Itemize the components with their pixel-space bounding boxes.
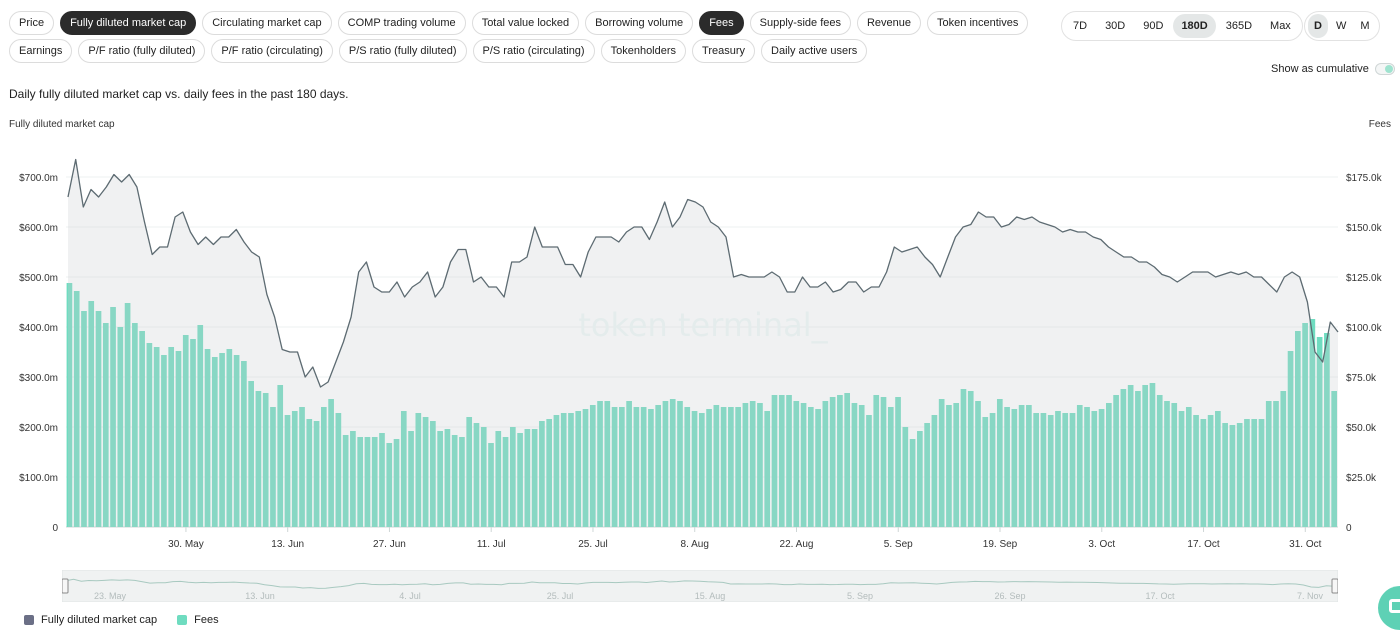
chart-subtitle: Daily fully diluted market cap vs. daily… xyxy=(9,87,349,101)
x-axis-tick-label: 13. Jun xyxy=(271,539,304,550)
toggle-knob xyxy=(1384,65,1393,73)
legend-swatch-fees xyxy=(177,615,188,625)
tab-tokenholders[interactable]: Tokenholders xyxy=(600,39,687,63)
granularity-m[interactable]: M xyxy=(1354,14,1375,38)
navigator-label: 13. Jun xyxy=(245,591,275,601)
tab-fully-diluted-market-cap[interactable]: Fully diluted market cap xyxy=(60,11,197,35)
right-axis-tick-label: $175.0k xyxy=(1346,173,1383,184)
left-axis-tick-label: $700.0m xyxy=(19,173,58,184)
granularity-selector: DWM xyxy=(1304,11,1380,41)
x-axis-tick-label: 22. Aug xyxy=(780,539,814,550)
navigator-label: 7. Nov xyxy=(1297,591,1324,601)
tab-comp-trading-volume[interactable]: COMP trading volume xyxy=(337,11,466,35)
x-axis-tick-label: 17. Oct xyxy=(1187,539,1219,550)
tab-token-incentives[interactable]: Token incentives xyxy=(927,11,1029,35)
right-axis-title: Fees xyxy=(1368,119,1391,130)
tab-daily-active-users[interactable]: Daily active users xyxy=(761,39,868,63)
navigator-handle-left[interactable] xyxy=(62,578,69,594)
cumulative-label: Show as cumulative xyxy=(1271,63,1369,75)
tab-supply-side-fees[interactable]: Supply-side fees xyxy=(749,11,851,35)
left-axis-tick-label: $100.0m xyxy=(19,473,58,484)
tab-fees[interactable]: Fees xyxy=(699,11,744,35)
x-axis-tick-label: 31. Oct xyxy=(1289,539,1321,550)
x-axis-tick-label: 11. Jul xyxy=(477,539,506,550)
range-navigator[interactable]: 23. May 13. Jun 4. Jul 25. Jul 15. Aug 5. Sep… xyxy=(62,570,1338,602)
tab-revenue[interactable]: Revenue xyxy=(856,11,922,35)
x-axis-tick-label: 30. May xyxy=(168,539,204,550)
metric-tabs-row-1: Price Fully diluted market cap Circulating… xyxy=(9,11,1029,35)
right-axis-tick-label: $75.0k xyxy=(1346,373,1377,384)
range-30d[interactable]: 30D xyxy=(1097,14,1133,38)
tab-p-f-ratio-fully-diluted[interactable]: P/F ratio (fully diluted) xyxy=(78,39,206,63)
right-axis-ticks: 0 $25.0k $50.0k $75.0k $100.0k $125.0k $150.0k… xyxy=(1346,173,1383,534)
right-axis-tick-label: $100.0k xyxy=(1346,323,1383,334)
x-axis-tick-label: 25. Jul xyxy=(578,539,607,550)
left-axis-tick-label: $500.0m xyxy=(19,273,58,284)
cumulative-toggle[interactable] xyxy=(1374,63,1395,75)
left-axis-ticks: 0 $100.0m $200.0m $300.0m $400.0m $500.0m $600… xyxy=(19,173,58,534)
right-axis-tick-label: 0 xyxy=(1346,523,1352,534)
x-axis-tick-label: 3. Oct xyxy=(1088,539,1115,550)
right-axis-tick-label: $25.0k xyxy=(1346,473,1377,484)
left-axis-tick-label: 0 xyxy=(52,523,58,534)
navigator-label: 4. Jul xyxy=(399,591,421,601)
right-axis-tick-label: $50.0k xyxy=(1346,423,1377,434)
granularity-w[interactable]: W xyxy=(1330,14,1352,38)
tab-total-value-locked[interactable]: Total value locked xyxy=(471,11,580,35)
chat-icon xyxy=(1389,599,1400,613)
left-axis-tick-label: $200.0m xyxy=(19,423,58,434)
main-chart[interactable]: 0 $100.0m $200.0m $300.0m $400.0m $500.0m $600… xyxy=(0,140,1400,555)
legend-item-market-cap[interactable]: Fully diluted market cap xyxy=(24,614,157,626)
right-axis-tick-label: $125.0k xyxy=(1346,273,1383,284)
tab-p-s-ratio-circulating[interactable]: P/S ratio (circulating) xyxy=(472,39,595,63)
left-axis-tick-label: $400.0m xyxy=(19,323,58,334)
x-axis-ticks: 30. May 13. Jun 27. Jun 11. Jul 25. Jul 8. Au… xyxy=(168,527,1322,550)
x-axis-tick-label: 19. Sep xyxy=(983,539,1018,550)
tab-borrowing-volume[interactable]: Borrowing volume xyxy=(585,11,694,35)
navigator-label: 25. Jul xyxy=(547,591,574,601)
legend-label-market-cap: Fully diluted market cap xyxy=(41,614,158,626)
navigator-handle-right[interactable] xyxy=(1331,578,1338,594)
tab-p-s-ratio-fully-diluted[interactable]: P/S ratio (fully diluted) xyxy=(338,39,467,63)
right-axis-tick-label: $150.0k xyxy=(1346,223,1383,234)
cumulative-toggle-group: Show as cumulative xyxy=(1271,63,1395,75)
left-axis-tick-label: $300.0m xyxy=(19,373,58,384)
tab-earnings[interactable]: Earnings xyxy=(9,39,73,63)
tab-circulating-market-cap[interactable]: Circulating market cap xyxy=(202,11,332,35)
navigator-label: 15. Aug xyxy=(695,591,726,601)
range-365d[interactable]: 365D xyxy=(1218,14,1260,38)
x-axis-tick-label: 8. Aug xyxy=(681,539,709,550)
chart-legend: Fully diluted market cap Fees xyxy=(24,614,219,626)
legend-item-fees[interactable]: Fees xyxy=(177,614,219,626)
tab-price[interactable]: Price xyxy=(9,11,55,35)
navigator-label: 23. May xyxy=(94,591,127,601)
tab-treasury[interactable]: Treasury xyxy=(692,39,756,63)
legend-swatch-market-cap xyxy=(24,615,34,625)
x-axis-tick-label: 27. Jun xyxy=(373,539,406,550)
watermark: token terminal_ xyxy=(578,306,828,344)
granularity-d[interactable]: D xyxy=(1308,14,1328,38)
range-180d[interactable]: 180D xyxy=(1173,14,1216,38)
left-axis-title: Fully diluted market cap xyxy=(9,119,115,130)
x-axis-tick-label: 5. Sep xyxy=(884,539,913,550)
tab-p-f-ratio-circulating[interactable]: P/F ratio (circulating) xyxy=(211,39,333,63)
range-max[interactable]: Max xyxy=(1262,14,1299,38)
legend-label-fees: Fees xyxy=(194,614,219,626)
left-axis-tick-label: $600.0m xyxy=(19,223,58,234)
range-7d[interactable]: 7D xyxy=(1065,14,1095,38)
navigator-label: 5. Sep xyxy=(847,591,873,601)
navigator-label: 26. Sep xyxy=(994,591,1025,601)
metric-tabs-row-2: Earnings P/F ratio (fully diluted) P/F rat… xyxy=(9,39,868,63)
range-90d[interactable]: 90D xyxy=(1135,14,1171,38)
time-range-selector: 7D 30D 90D 180D 365D Max xyxy=(1061,11,1303,41)
chat-button[interactable] xyxy=(1378,586,1400,630)
navigator-label: 17. Oct xyxy=(1145,591,1175,601)
